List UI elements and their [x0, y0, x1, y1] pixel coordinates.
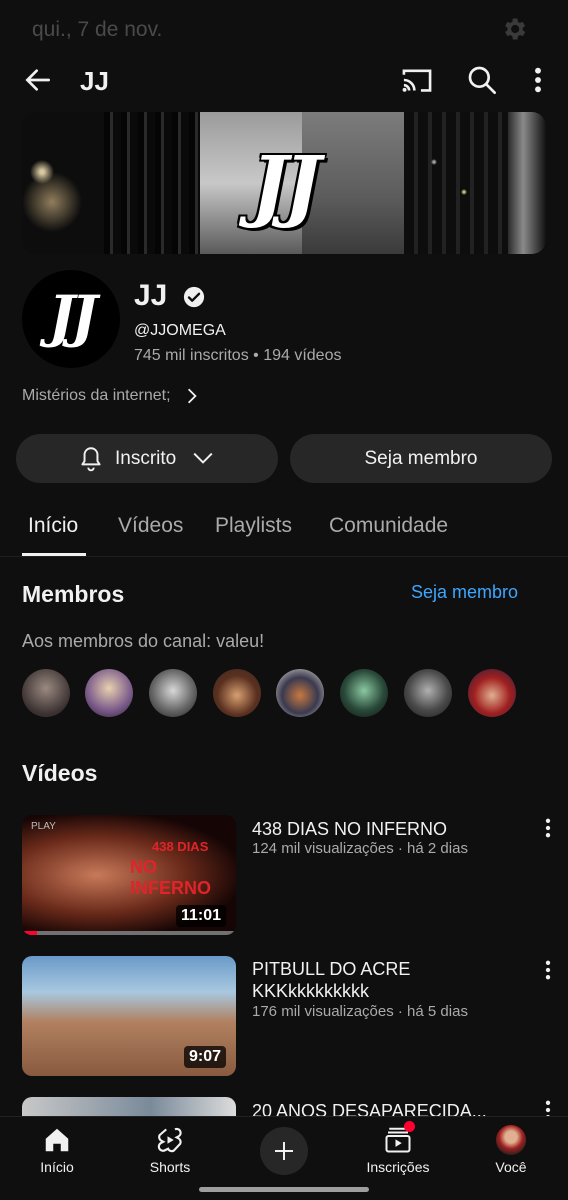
videos-section-title: Vídeos [22, 760, 98, 786]
settings-gear-icon[interactable] [500, 15, 528, 43]
nav-subscriptions[interactable]: Inscrições [343, 1117, 453, 1189]
avatar-logo-text: JJ [48, 284, 98, 350]
tabs-divider [0, 556, 568, 557]
member-avatar[interactable] [213, 669, 261, 717]
status-bar: qui., 7 de nov. [0, 0, 568, 58]
home-icon [45, 1128, 69, 1152]
tab-videos[interactable]: Vídeos [118, 514, 183, 538]
member-avatar[interactable] [22, 669, 70, 717]
banner-logo-text: JJ [251, 140, 321, 231]
member-avatar[interactable] [276, 669, 324, 717]
members-section-title: Membros [22, 581, 125, 607]
nav-you-label: Você [495, 1159, 527, 1175]
watch-progress-track [22, 931, 236, 935]
video-thumbnail[interactable] [22, 1097, 236, 1116]
subscribed-button[interactable]: Inscrito [16, 434, 278, 483]
video-title[interactable]: 438 DIAS NO INFERNO [252, 818, 520, 840]
thumb-caption-top: 438 DIAS [152, 839, 209, 854]
app-bar: JJ [0, 58, 568, 104]
home-gesture-indicator [199, 1187, 369, 1192]
channel-handle: @JJOMEGA [134, 322, 226, 339]
members-thanks-text: Aos membros do canal: valeu! [22, 631, 265, 651]
more-options-icon[interactable] [526, 64, 550, 96]
video-thumbnail[interactable]: PLAY 438 DIAS NO INFERNO 11:01 [22, 815, 236, 935]
watch-progress-fill [22, 931, 37, 935]
nav-shorts-label: Shorts [149, 1159, 191, 1175]
member-avatar[interactable] [404, 669, 452, 717]
tab-playlists[interactable]: Playlists [215, 514, 292, 538]
video-meta: 124 mil visualizações · há 2 dias [252, 840, 468, 857]
video-more-icon[interactable] [540, 958, 556, 982]
nav-subscriptions-label: Inscrições [366, 1159, 430, 1175]
search-icon[interactable] [466, 64, 498, 96]
nav-home-label: Início [40, 1159, 74, 1175]
cast-icon[interactable] [400, 64, 434, 96]
join-member-button[interactable]: Seja membro [290, 434, 552, 483]
thumb-play-tag: PLAY [31, 821, 56, 832]
video-meta: 176 mil visualizações · há 5 dias [252, 1003, 468, 1020]
video-thumbnail[interactable]: 9:07 [22, 956, 236, 1076]
shorts-icon [157, 1127, 182, 1153]
app-bar-title: JJ [80, 66, 109, 96]
create-button[interactable] [260, 1127, 308, 1175]
video-more-icon[interactable] [540, 816, 556, 840]
chevron-down-icon [193, 452, 213, 464]
member-avatar[interactable] [468, 669, 516, 717]
channel-avatar[interactable]: JJ [22, 270, 120, 368]
member-avatar[interactable] [85, 669, 133, 717]
channel-stats: 745 mil inscritos • 194 vídeos [134, 347, 342, 364]
tab-home[interactable]: Início [28, 514, 78, 538]
nav-shorts[interactable]: Shorts [115, 1117, 225, 1189]
video-title[interactable]: PITBULL DO ACRE KKKkkkkkkkkk [252, 958, 520, 1002]
nav-home[interactable]: Início [2, 1117, 112, 1189]
channel-description[interactable]: Mistérios da internet; [22, 387, 171, 405]
nav-you[interactable]: Você [456, 1117, 566, 1189]
channel-banner: JJ [22, 112, 546, 254]
you-avatar-icon [496, 1125, 526, 1155]
create-plus-icon [275, 1142, 293, 1160]
video-duration: 9:07 [183, 1046, 226, 1068]
subscribed-label: Inscrito [115, 448, 177, 469]
member-avatar[interactable] [340, 669, 388, 717]
join-member-label: Seja membro [364, 448, 478, 469]
channel-name: JJ [134, 279, 168, 312]
status-date: qui., 7 de nov. [32, 18, 163, 41]
thumb-caption-bottom: NO INFERNO [130, 857, 211, 898]
members-join-link[interactable]: Seja membro [411, 582, 518, 603]
video-duration: 11:01 [175, 905, 226, 927]
tab-community[interactable]: Comunidade [329, 514, 448, 538]
bell-icon [81, 447, 101, 472]
chevron-right-icon[interactable] [185, 387, 199, 405]
verified-check-icon [183, 286, 205, 308]
notification-dot [404, 1121, 415, 1132]
back-arrow-icon[interactable] [22, 64, 54, 96]
member-avatar[interactable] [149, 669, 197, 717]
